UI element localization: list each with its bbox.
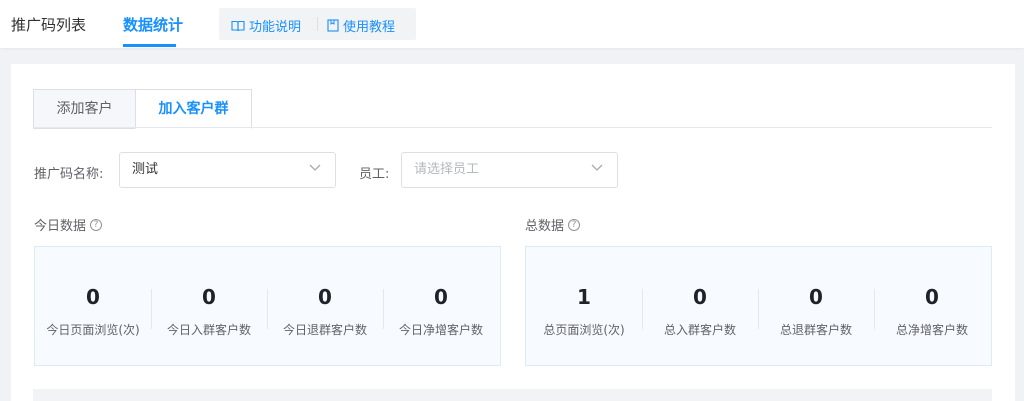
today-data-title-text: 今日数据 xyxy=(34,219,87,234)
top-navigation-bar: 推广码列表 数据统计 功能说明 使用教程 xyxy=(0,0,1024,48)
promo-code-select[interactable]: 测试 xyxy=(119,152,336,188)
promo-code-name-label: 推广码名称: xyxy=(34,167,104,182)
help-question-icon[interactable]: ? xyxy=(568,218,581,231)
stat-label: 今日页面浏览(次) xyxy=(46,323,140,337)
tab-join-customer-group[interactable]: 加入客户群 xyxy=(135,89,252,129)
promo-code-select-value: 测试 xyxy=(132,162,159,177)
stat-label: 总入群客户数 xyxy=(663,323,736,337)
stat-total-net-customers: 0 总净增客户数 xyxy=(874,247,990,365)
active-tab-indicator xyxy=(123,44,176,47)
stat-label: 总退群客户数 xyxy=(779,323,852,337)
stat-label: 今日入群客户数 xyxy=(166,323,251,337)
stat-total-joined-customers: 0 总入群客户数 xyxy=(642,247,758,365)
help-links-box: 功能说明 使用教程 xyxy=(219,8,416,40)
stat-today-net-customers: 0 今日净增客户数 xyxy=(383,247,499,365)
stat-value: 0 xyxy=(693,285,707,309)
today-stats-panel: 0 今日页面浏览(次) 0 今日入群客户数 0 今日退群客户数 0 今日净增客户… xyxy=(34,246,501,366)
tab-data-statistics[interactable]: 数据统计 xyxy=(123,14,183,35)
stat-value: 1 xyxy=(577,285,591,309)
tutorial-label: 使用教程 xyxy=(343,20,396,35)
bottom-section-bar xyxy=(33,389,992,401)
staff-select-placeholder: 请选择员工 xyxy=(414,162,480,177)
help-question-icon[interactable]: ? xyxy=(90,218,103,231)
book-icon xyxy=(231,20,245,31)
staff-select[interactable]: 请选择员工 xyxy=(401,152,618,188)
chevron-down-icon xyxy=(309,164,321,171)
stat-today-page-views: 0 今日页面浏览(次) xyxy=(35,247,151,365)
stat-value: 0 xyxy=(86,285,100,309)
tab-add-customer[interactable]: 添加客户 xyxy=(33,89,136,129)
document-icon xyxy=(327,19,339,32)
tab-promo-code-list[interactable]: 推广码列表 xyxy=(11,14,86,35)
stat-total-left-customers: 0 总退群客户数 xyxy=(758,247,874,365)
total-data-title: 总数据 ? xyxy=(525,215,581,234)
stat-label: 今日净增客户数 xyxy=(398,323,483,337)
stat-value: 0 xyxy=(925,285,939,309)
help-divider xyxy=(317,17,318,31)
stat-value: 0 xyxy=(202,285,216,309)
stat-value: 0 xyxy=(434,285,448,309)
stat-label: 总页面浏览(次) xyxy=(543,323,625,337)
total-data-title-text: 总数据 xyxy=(525,219,565,234)
statistics-card: 添加客户 加入客户群 推广码名称: 测试 员工: 请选择员工 今日数据 ? 0 … xyxy=(11,64,1015,401)
stat-today-joined-customers: 0 今日入群客户数 xyxy=(151,247,267,365)
feature-description-link[interactable]: 功能说明 xyxy=(231,16,301,35)
feature-description-label: 功能说明 xyxy=(249,20,302,35)
stat-total-page-views: 1 总页面浏览(次) xyxy=(526,247,642,365)
stat-label: 今日退群客户数 xyxy=(282,323,367,337)
total-stats-panel: 1 总页面浏览(次) 0 总入群客户数 0 总退群客户数 0 总净增客户数 xyxy=(525,246,992,366)
today-data-title: 今日数据 ? xyxy=(34,215,103,234)
stat-value: 0 xyxy=(809,285,823,309)
tutorial-link[interactable]: 使用教程 xyxy=(327,16,395,35)
stat-label: 总净增客户数 xyxy=(895,323,968,337)
staff-label: 员工: xyxy=(359,167,390,182)
tab-baseline xyxy=(33,127,992,128)
chevron-down-icon xyxy=(591,164,603,171)
stat-today-left-customers: 0 今日退群客户数 xyxy=(267,247,383,365)
stat-value: 0 xyxy=(318,285,332,309)
